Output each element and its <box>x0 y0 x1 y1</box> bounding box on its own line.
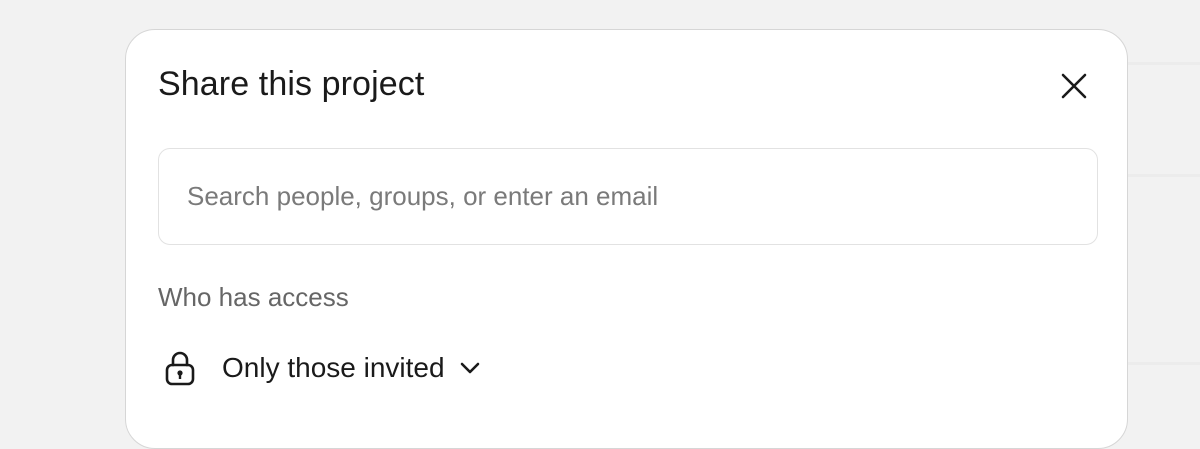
close-button[interactable] <box>1054 66 1094 106</box>
access-selected-value: Only those invited <box>222 352 445 383</box>
background-divider <box>1128 174 1200 177</box>
search-field[interactable] <box>158 148 1098 245</box>
lock-icon <box>162 348 198 388</box>
background-divider <box>1128 362 1200 365</box>
search-input[interactable] <box>187 149 1067 244</box>
access-label: Who has access <box>158 282 349 312</box>
access-dropdown[interactable]: Only those invited <box>162 348 481 388</box>
dialog-title: Share this project <box>158 65 425 103</box>
close-icon <box>1061 73 1087 99</box>
chevron-down-icon <box>459 348 481 388</box>
share-dialog: Share this project Who has access Only t… <box>125 29 1128 449</box>
background-divider <box>1128 62 1200 65</box>
